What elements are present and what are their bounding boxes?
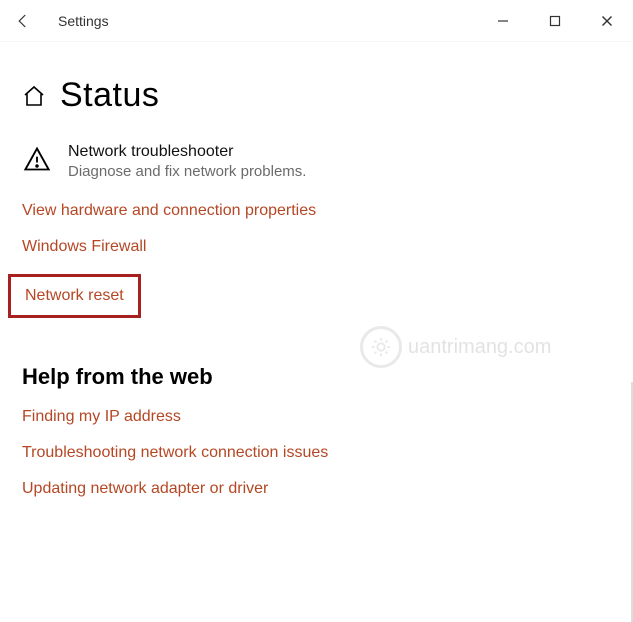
help-link-adapter[interactable]: Updating network adapter or driver: [22, 480, 268, 498]
home-icon: [22, 84, 46, 108]
app-title: Settings: [46, 13, 477, 29]
help-link-ip[interactable]: Finding my IP address: [22, 408, 181, 426]
page-header: Status: [22, 42, 611, 143]
link-network-reset[interactable]: Network reset: [8, 274, 141, 318]
back-button[interactable]: [0, 0, 46, 42]
link-view-hardware[interactable]: View hardware and connection properties: [22, 202, 316, 220]
troubleshooter-text: Network troubleshooter Diagnose and fix …: [68, 143, 306, 180]
page-title: Status: [60, 76, 159, 115]
close-button[interactable]: [581, 0, 633, 42]
window-controls: [477, 0, 633, 42]
troubleshooter-desc: Diagnose and fix network problems.: [68, 163, 306, 180]
troubleshooter-title: Network troubleshooter: [68, 143, 306, 161]
content-area: Status Network troubleshooter Diagnose a…: [0, 42, 633, 516]
warning-icon: [22, 143, 52, 180]
help-heading: Help from the web: [22, 364, 611, 390]
help-link-troubleshoot[interactable]: Troubleshooting network connection issue…: [22, 444, 328, 462]
titlebar: Settings: [0, 0, 633, 42]
link-windows-firewall[interactable]: Windows Firewall: [22, 238, 146, 256]
network-troubleshooter-row[interactable]: Network troubleshooter Diagnose and fix …: [22, 143, 611, 180]
minimize-button[interactable]: [477, 0, 529, 42]
maximize-button[interactable]: [529, 0, 581, 42]
